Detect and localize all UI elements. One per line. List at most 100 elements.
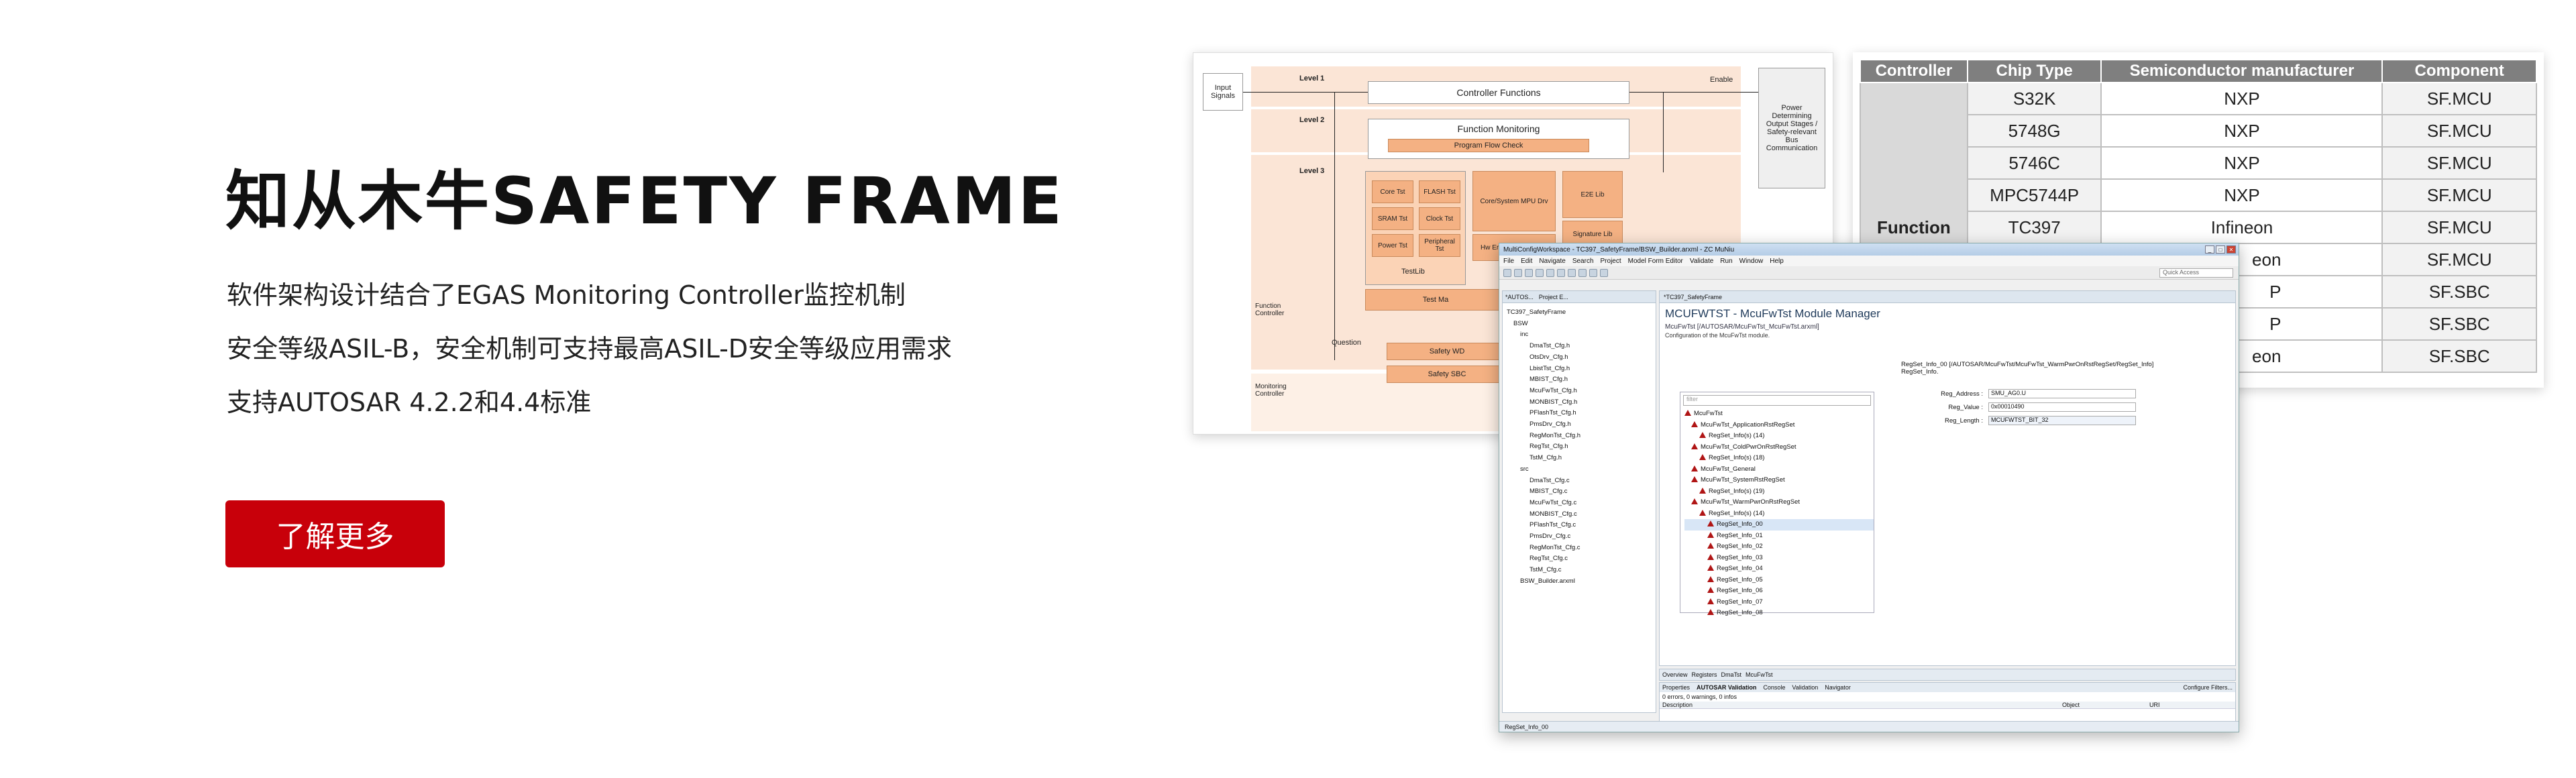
container-icon [1707,520,1714,526]
config-node[interactable]: McuFwTst_WarmPwrOnRstRegSet [1684,497,1874,508]
config-node-selected[interactable]: RegSet_Info_00 [1684,519,1874,531]
tree-item[interactable]: PFlashTst_Cfg.c [1507,520,1656,531]
tree-item[interactable]: TstM_Cfg.c [1507,565,1656,576]
tree-item[interactable]: OtsDrv_Cfg.h [1507,352,1656,364]
menu-item[interactable]: Help [1770,258,1784,265]
menu-item[interactable]: Edit [1521,258,1532,265]
tab-autosar[interactable]: *AUTOS... [1505,294,1534,300]
menu-item[interactable]: Search [1572,258,1594,265]
menu-item[interactable]: Validate [1690,258,1713,265]
tree-item[interactable]: RegMonTst_Cfg.h [1507,431,1656,442]
tree-item[interactable]: src [1507,464,1656,476]
reg-value-field[interactable]: 0x00010490 [1988,402,2136,412]
menu-item[interactable]: Navigate [1539,258,1565,265]
back-icon[interactable] [1589,268,1597,277]
tab-mcufwtst[interactable]: McuFwTst [1746,671,1773,678]
save-icon[interactable] [1514,268,1522,277]
filter-input[interactable]: filter [1683,395,1871,406]
tab-navigator[interactable]: Navigator [1825,684,1851,691]
search-icon[interactable] [1578,268,1587,277]
tree-item[interactable]: PmsDrv_Cfg.h [1507,419,1656,431]
debug-icon[interactable] [1568,268,1576,277]
config-node[interactable]: RegSet_Info_01 [1684,531,1874,542]
menu-item[interactable]: File [1503,258,1514,265]
tree-item[interactable]: RegTst_Cfg.h [1507,441,1656,453]
hero-line: 支持AUTOSAR 4.2.2和4.4标准 [227,388,592,417]
reg-length-select[interactable]: MCUFWTST_BIT_32 [1988,416,2136,425]
container-icon [1699,432,1706,438]
config-node[interactable]: RegSet_Info_03 [1684,553,1874,564]
tree-item[interactable]: PmsDrv_Cfg.c [1507,531,1656,543]
learn-more-button[interactable]: 了解更多 [225,500,445,567]
config-node[interactable]: McuFwTst_SystemRstRegSet [1684,475,1874,486]
ide-title-bar: MultiConfigWorkspace - TC397_SafetyFrame… [1499,243,2239,256]
tab-properties[interactable]: Properties [1662,684,1690,691]
forward-icon[interactable] [1600,268,1608,277]
container-icon [1707,609,1714,615]
config-node[interactable]: RegSet_Info_05 [1684,575,1874,586]
config-node[interactable]: McuFwTst_ApplicationRstRegSet [1684,420,1874,431]
menu-item[interactable]: Window [1739,258,1764,265]
quick-access-input[interactable]: Quick Access [2159,268,2233,278]
config-node[interactable]: McuFwTst [1684,408,1874,420]
tab-registers[interactable]: Registers [1692,671,1717,678]
tree-item[interactable]: RegTst_Cfg.c [1507,553,1656,565]
config-node[interactable]: McuFwTst_General [1684,464,1874,476]
tab-project-explorer[interactable]: Project E... [1539,294,1568,300]
table-cell: SF.MCU [2381,243,2537,276]
config-node[interactable]: RegSet_Info(s) (19) [1684,486,1874,498]
tab-dmatst[interactable]: DmaTst [1721,671,1742,678]
tree-item[interactable]: MONBIST_Cfg.c [1507,509,1656,520]
save-all-icon[interactable] [1525,268,1533,277]
configure-filters-link[interactable]: Configure Filters... [2183,684,2233,691]
tree-item[interactable]: TC397_SafetyFrame [1507,307,1656,319]
config-node[interactable]: RegSet_Info_08 [1684,608,1874,619]
tree-item[interactable]: McuFwTst_Cfg.c [1507,498,1656,509]
config-node[interactable]: RegSet_Info_07 [1684,597,1874,608]
tab-console[interactable]: Console [1763,684,1785,691]
tree-item[interactable]: TstM_Cfg.h [1507,453,1656,464]
run-icon[interactable] [1557,268,1565,277]
config-node[interactable]: RegSet_Info_06 [1684,586,1874,597]
config-node[interactable]: RegSet_Info_04 [1684,563,1874,575]
tree-item[interactable]: DmaTst_Cfg.h [1507,341,1656,352]
tree-item[interactable]: RegMonTst_Cfg.c [1507,543,1656,554]
tab-autosar-validation[interactable]: AUTOSAR Validation [1697,684,1756,691]
close-icon[interactable]: ✕ [2226,245,2236,254]
maximize-icon[interactable]: □ [2216,245,2225,254]
reg-address-field[interactable]: SMU_AG0.U [1988,389,2136,398]
tree-item[interactable]: McuFwTst_Cfg.h [1507,386,1656,397]
input-signals-box: Input Signals [1203,73,1243,111]
hero-line: 安全等级ASIL-B，安全机制可支持最高ASIL-D安全等级应用需求 [227,334,953,364]
tree-item[interactable]: BSW [1507,319,1656,330]
detail-panel: RegSet_Info_00 [/AUTOSAR/McuFwTst/McuFwT… [1901,361,2223,425]
tree-item[interactable]: PFlashTst_Cfg.h [1507,408,1656,419]
new-file-icon[interactable] [1503,268,1511,277]
tree-item[interactable]: LbistTst_Cfg.h [1507,364,1656,375]
reg-length-label: Reg_Length : [1944,416,1983,425]
test-module: FLASH Tst [1419,180,1460,203]
menu-item[interactable]: Project [1601,258,1621,265]
tree-item[interactable]: MBIST_Cfg.h [1507,374,1656,386]
config-node[interactable]: RegSet_Info(s) (18) [1684,453,1874,464]
tree-item[interactable]: MONBIST_Cfg.h [1507,397,1656,408]
editor-tab[interactable]: *TC397_SafetyFrame [1660,291,2235,303]
config-node[interactable]: RegSet_Info(s) (14) [1684,431,1874,442]
column-header: Semiconductor manufacturer [2100,59,2383,83]
config-node[interactable]: McuFwTst_ColdPwrOnRstRegSet [1684,442,1874,453]
tree-item[interactable]: inc [1507,329,1656,341]
tree-item[interactable]: BSW_Builder.arxml [1507,576,1656,588]
test-manager-box: Test Ma [1365,289,1506,311]
menu-item[interactable]: Run [1720,258,1732,265]
minimize-icon[interactable]: _ [2205,245,2214,254]
build-icon[interactable] [1546,268,1554,277]
container-icon [1684,410,1691,416]
tab-validation[interactable]: Validation [1792,684,1818,691]
tree-item[interactable]: MBIST_Cfg.c [1507,486,1656,498]
config-node[interactable]: RegSet_Info(s) (14) [1684,508,1874,520]
menu-item[interactable]: Model Form Editor [1628,258,1683,265]
tab-overview[interactable]: Overview [1662,671,1688,678]
config-node[interactable]: RegSet_Info_02 [1684,541,1874,553]
print-icon[interactable] [1536,268,1544,277]
tree-item[interactable]: DmaTst_Cfg.c [1507,476,1656,487]
